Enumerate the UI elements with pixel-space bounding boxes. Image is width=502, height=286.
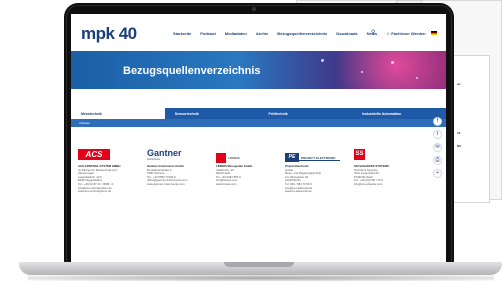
site-logo[interactable]: mpk 40: [81, 24, 137, 44]
pe-logo-underline: [285, 160, 340, 161]
nav-item-bezugsquellen[interactable]: Bezugsquellenverzeichnis: [277, 31, 327, 36]
language-flag-icon[interactable]: [431, 31, 437, 35]
nav-item-startseite[interactable]: Startseite: [173, 31, 191, 36]
hero-particle: [416, 77, 418, 79]
supplier-card[interactable]: ACS ACS-CONTROL-SYSTEM GMBH Ist Partner …: [78, 149, 133, 194]
nav-item-archiv[interactable]: Archiv: [256, 31, 268, 36]
more-icon[interactable]: +: [433, 169, 442, 178]
print-icon[interactable]: ⎙: [433, 156, 442, 165]
supplier-card[interactable]: LINSEIS LINSEIS Messgeräte GmbH Vielitze…: [216, 149, 271, 194]
supplier-logo[interactable]: Gantner Instruments: [147, 149, 202, 162]
supplier-card[interactable]: SS SSI SCHAEFER SYSTEMS Technik & System…: [354, 149, 409, 194]
gantner-logo: Gantner: [147, 148, 182, 158]
email-icon[interactable]: ✉: [433, 143, 442, 152]
search-icon[interactable]: ⚲: [371, 29, 375, 36]
supplier-website[interactable]: www.pe-elektronik.de: [285, 190, 340, 194]
nav-item-podcast[interactable]: Podcast: [200, 31, 216, 36]
supplier-list: ACS ACS-CONTROL-SYSTEM GMBH Ist Partner …: [78, 149, 428, 194]
twitter-icon[interactable]: t: [433, 130, 442, 139]
supplier-logo[interactable]: LINSEIS: [216, 149, 271, 163]
site-header: mpk 40 Startseite Podcast Mediadaten Arc…: [71, 14, 446, 54]
logo-text: mpk: [81, 24, 115, 43]
laptop-screen: mpk 40 Startseite Podcast Mediadaten Arc…: [71, 14, 446, 262]
gantner-logo-sub: Instruments: [147, 158, 161, 161]
background-doc-label: 16: [457, 131, 461, 135]
tab-sensortechnik[interactable]: Sensortechnik: [165, 108, 259, 119]
hero-glow: [301, 51, 446, 89]
supplier-card[interactable]: Gantner Instruments Gantner Instruments …: [147, 149, 202, 194]
acs-logo: ACS: [78, 149, 110, 160]
supplier-logo[interactable]: PE PROJECT ELECTRONIC: [285, 149, 340, 163]
share-sidebar: f t ✉ ⎙ +: [433, 117, 442, 178]
linseis-logo-text: LINSEIS: [228, 155, 240, 160]
main-nav: Startseite Podcast Mediadaten Archiv Bez…: [173, 31, 377, 36]
logo-number: 40: [118, 24, 137, 43]
hero-particle: [321, 59, 324, 62]
supplier-website[interactable]: www.linseis.com: [216, 183, 271, 187]
laptop-shadow: [28, 275, 494, 281]
screenshot-stage: an 16 NS mpk 40 Startseite Podcast Media…: [0, 0, 502, 286]
subcategory-bar: Anbieter: [71, 119, 446, 127]
page-title: Bezugsquellenverzeichnis: [123, 65, 261, 77]
supplier-card[interactable]: PE PROJECT ELECTRONIC Project Electronic …: [285, 149, 340, 194]
ss-logo: SS: [354, 149, 365, 160]
tab-industrielle-automation[interactable]: Industrielle Automation: [352, 108, 446, 119]
tab-messtechnik[interactable]: Messtechnik: [71, 108, 165, 119]
hero-particle: [361, 71, 363, 73]
supplier-website[interactable]: www.gantner-instruments.com: [147, 183, 202, 187]
category-tabs: Messtechnik Sensortechnik Prüftechnik In…: [71, 108, 446, 119]
facebook-icon[interactable]: f: [433, 117, 442, 126]
subcategory-label[interactable]: Anbieter: [79, 121, 90, 125]
background-doc-label: an: [457, 82, 461, 86]
login-link[interactable]: ☺ Fachleser Werden: [386, 31, 426, 36]
laptop-base-notch: [224, 262, 294, 267]
supplier-logo[interactable]: ACS: [78, 149, 133, 162]
linseis-logo-mark: [216, 152, 226, 163]
supplier-logo[interactable]: SS: [354, 149, 409, 162]
supplier-website[interactable]: www.acs-controlsystem.de: [78, 190, 133, 194]
tab-prueftechnik[interactable]: Prüftechnik: [259, 108, 353, 119]
webcam: [252, 7, 256, 11]
hero-banner: Bezugsquellenverzeichnis: [71, 51, 446, 89]
nav-item-mediadaten[interactable]: Mediadaten: [225, 31, 247, 36]
hero-particle: [391, 61, 394, 64]
supplier-email[interactable]: info@ssi-schaefer.com: [354, 183, 409, 187]
nav-item-downloads[interactable]: Downloads: [336, 31, 357, 36]
background-doc-label: NS: [457, 144, 462, 148]
